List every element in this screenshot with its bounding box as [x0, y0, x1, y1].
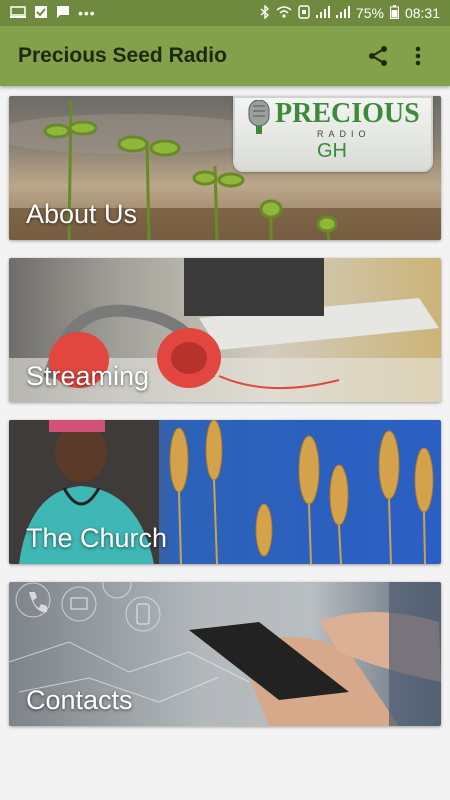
message-icon — [56, 5, 70, 22]
clock: 08:31 — [404, 5, 440, 21]
nfc-icon — [298, 4, 310, 22]
about-us-label: About Us — [26, 199, 138, 229]
app-bar: Precious Seed Radio — [0, 26, 450, 86]
status-bar-right: 75% 08:31 — [260, 3, 440, 22]
streaming-card[interactable]: Streaming — [9, 258, 441, 402]
share-button[interactable] — [358, 36, 398, 76]
signal-icon — [335, 5, 350, 21]
microphone-icon — [245, 99, 273, 139]
status-bar-left: ••• — [10, 5, 96, 22]
logo-wordmark: PRECIOUS — [275, 98, 420, 129]
overflow-menu-icon — [415, 46, 421, 66]
app-title: Precious Seed Radio — [18, 44, 227, 67]
logo-subtitle: RADIO — [317, 129, 371, 139]
contacts-label: Contacts — [26, 685, 133, 715]
menu-card-list: PRECIOUS RADIO GH About Us Streaming The… — [9, 96, 441, 744]
status-bar: ••• 75% 08:31 — [0, 0, 450, 26]
signal-icon — [315, 5, 330, 21]
more-dots-icon: ••• — [78, 5, 96, 21]
battery-percent: 75% — [355, 5, 384, 21]
about-us-card[interactable]: PRECIOUS RADIO GH About Us — [9, 96, 441, 240]
the-church-card[interactable]: The Church — [9, 420, 441, 564]
screenshot-icon — [10, 5, 26, 21]
wifi-icon — [276, 5, 292, 21]
contacts-card[interactable]: Contacts — [9, 582, 441, 726]
battery-icon — [389, 4, 399, 22]
overflow-menu-button[interactable] — [398, 36, 438, 76]
bluetooth-icon — [260, 3, 270, 22]
share-icon — [369, 46, 387, 66]
the-church-label: The Church — [26, 523, 168, 553]
logo-tag: GH — [317, 140, 347, 162]
streaming-label: Streaming — [26, 361, 150, 391]
checkbox-icon — [34, 5, 48, 22]
station-logo: PRECIOUS RADIO GH — [233, 96, 433, 172]
